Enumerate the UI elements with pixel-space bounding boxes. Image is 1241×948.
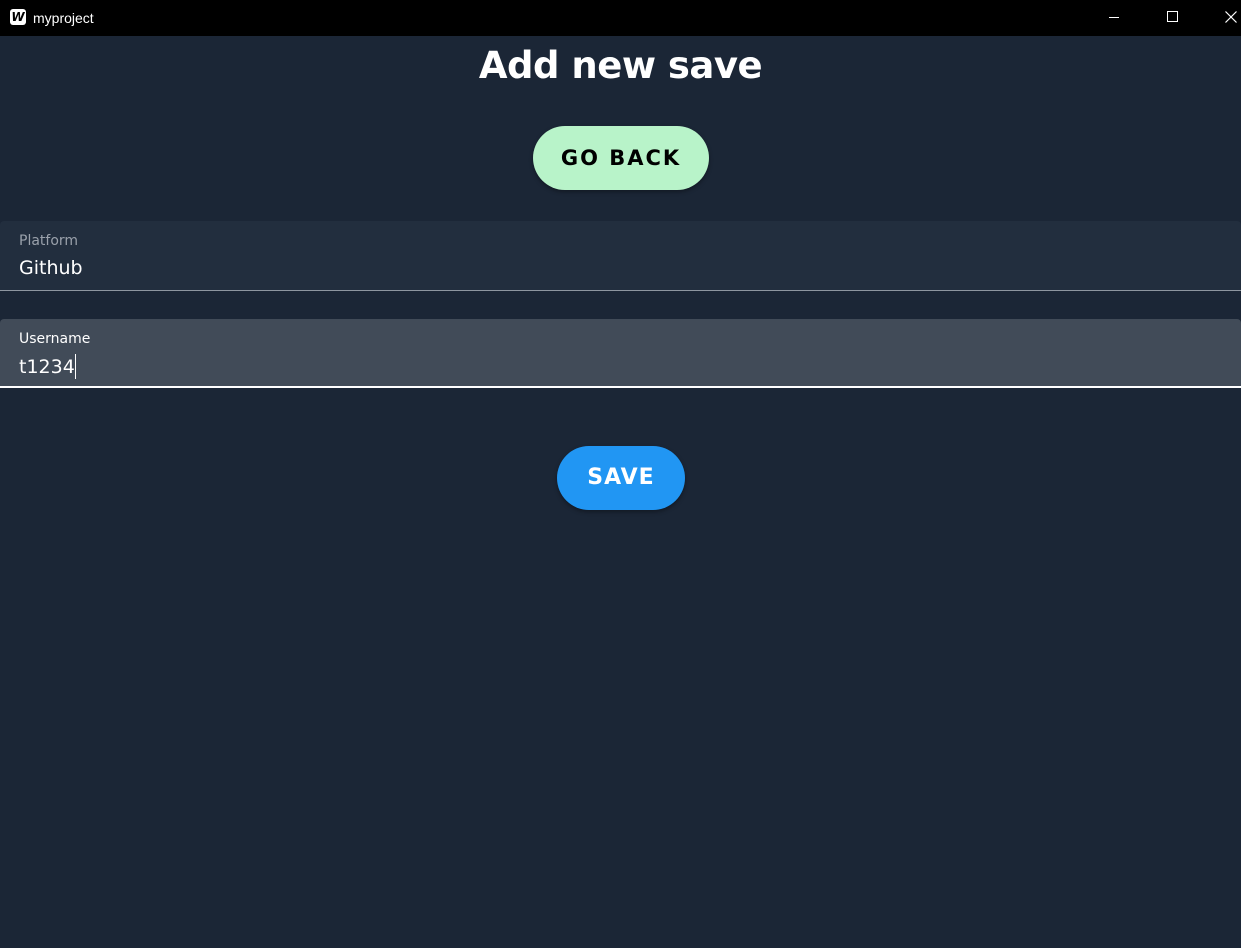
- minimize-button[interactable]: [1086, 0, 1144, 36]
- username-input-value: t1234: [19, 356, 75, 378]
- app-logo-icon: W: [10, 9, 26, 25]
- close-button[interactable]: [1202, 0, 1241, 36]
- maximize-icon: [1167, 11, 1178, 22]
- page-title: Add new save: [478, 44, 763, 87]
- platform-field[interactable]: Platform Github: [0, 221, 1241, 291]
- maximize-button[interactable]: [1144, 0, 1202, 36]
- platform-input[interactable]: Github: [19, 256, 83, 280]
- platform-label: Platform: [19, 233, 79, 249]
- app-window: W myproject Add new save GO BACK Platfor…: [0, 0, 1241, 948]
- title-bar[interactable]: W myproject: [0, 0, 1241, 36]
- username-field[interactable]: Username t1234: [0, 319, 1241, 388]
- username-input[interactable]: t1234: [19, 354, 76, 379]
- text-cursor: [74, 354, 76, 379]
- username-label: Username: [19, 331, 91, 347]
- minimize-icon: [1109, 17, 1119, 18]
- close-icon: [1225, 11, 1237, 23]
- go-back-button[interactable]: GO BACK: [533, 126, 709, 190]
- window-title: myproject: [33, 10, 94, 26]
- save-button[interactable]: SAVE: [557, 446, 685, 510]
